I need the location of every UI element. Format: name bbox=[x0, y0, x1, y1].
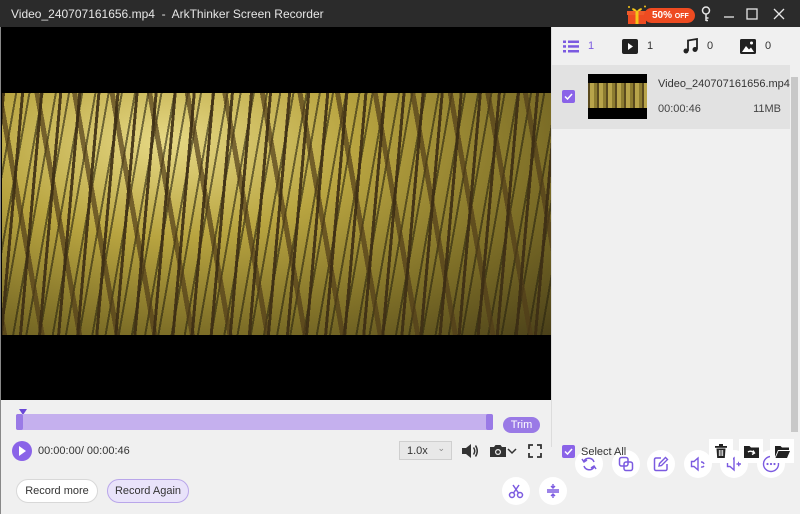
media-sidebar: 1 1 0 0 Video_240707161656.mp4 00:00:46 … bbox=[551, 27, 800, 463]
fullscreen-button[interactable] bbox=[525, 441, 545, 461]
sidebar-scrollbar[interactable] bbox=[791, 77, 798, 432]
item-filename: Video_240707161656.mp4 bbox=[658, 78, 790, 90]
select-all-checkbox[interactable] bbox=[562, 445, 575, 458]
close-icon bbox=[773, 8, 785, 20]
timeline-track[interactable] bbox=[16, 414, 493, 430]
scissors-icon bbox=[508, 484, 524, 499]
record-more-button[interactable]: Record more bbox=[16, 479, 98, 503]
export-folder-button[interactable] bbox=[739, 439, 763, 463]
edit-icon bbox=[653, 456, 669, 472]
maximize-icon bbox=[746, 8, 758, 20]
filter-image-count: 0 bbox=[765, 40, 772, 52]
trim-tool-button[interactable] bbox=[502, 477, 530, 505]
copy-icon bbox=[618, 456, 634, 472]
chevron-down-icon bbox=[507, 448, 517, 455]
edit-tool-button[interactable] bbox=[647, 450, 675, 478]
folder-icon bbox=[774, 445, 790, 458]
video-frame bbox=[2, 93, 551, 335]
merge-icon bbox=[547, 484, 559, 498]
promo-badge: 50% OFF bbox=[644, 8, 695, 23]
item-checkbox[interactable] bbox=[562, 90, 575, 103]
trash-icon bbox=[715, 444, 727, 458]
filter-video[interactable]: 1 bbox=[622, 38, 653, 54]
item-duration: 00:00:46 bbox=[658, 103, 701, 115]
delete-button[interactable] bbox=[709, 439, 733, 463]
rotate-icon bbox=[581, 457, 597, 471]
speed-value: 1.0x bbox=[407, 445, 428, 457]
play-icon bbox=[19, 446, 26, 456]
item-size: 11MB bbox=[753, 103, 781, 115]
snapshot-button[interactable] bbox=[487, 441, 519, 461]
title-bar: Video_240707161656.mp4 - ArkThinker Scre… bbox=[0, 0, 800, 27]
filter-video-count: 1 bbox=[647, 40, 654, 52]
key-button[interactable] bbox=[696, 4, 716, 24]
time-display: 00:00:00/ 00:00:46 bbox=[38, 445, 130, 457]
video-icon bbox=[622, 38, 638, 54]
filter-audio-count: 0 bbox=[707, 40, 714, 52]
trim-button[interactable]: Trim bbox=[503, 417, 540, 433]
speaker-convert-icon bbox=[690, 456, 705, 472]
folder-export-icon bbox=[743, 445, 759, 458]
image-icon bbox=[740, 38, 756, 54]
filter-image[interactable]: 0 bbox=[740, 38, 771, 54]
play-button[interactable] bbox=[12, 441, 32, 461]
record-again-button[interactable]: Record Again bbox=[107, 479, 189, 503]
trim-end-handle[interactable] bbox=[486, 414, 493, 430]
check-icon bbox=[564, 448, 573, 455]
maximize-button[interactable] bbox=[742, 4, 762, 24]
minimize-icon bbox=[724, 16, 734, 18]
list-icon bbox=[563, 40, 579, 52]
trim-start-handle[interactable] bbox=[16, 414, 23, 430]
speed-select[interactable]: 1.0x ⌄ bbox=[399, 441, 452, 460]
merge-tool-button[interactable] bbox=[539, 477, 567, 505]
player-panel: Trim 00:00:00/ 00:00:46 1.0x ⌄ Record mo… bbox=[0, 27, 567, 514]
video-preview[interactable] bbox=[1, 27, 551, 400]
filter-all[interactable]: 1 bbox=[563, 38, 594, 54]
music-note-icon bbox=[683, 38, 698, 54]
chevron-down-icon: ⌄ bbox=[437, 443, 445, 453]
minimize-button[interactable] bbox=[719, 4, 739, 24]
volume-icon bbox=[462, 444, 478, 458]
close-button[interactable] bbox=[769, 4, 789, 24]
select-all-label: Select All bbox=[581, 446, 627, 458]
video-thumbnail bbox=[588, 74, 647, 119]
media-list-item[interactable]: Video_240707161656.mp4 00:00:46 11MB bbox=[552, 65, 790, 129]
window-title: Video_240707161656.mp4 - ArkThinker Scre… bbox=[11, 7, 324, 21]
open-folder-button[interactable] bbox=[770, 439, 794, 463]
volume-button[interactable] bbox=[460, 441, 480, 461]
filter-audio[interactable]: 0 bbox=[683, 38, 713, 54]
fullscreen-icon bbox=[528, 444, 542, 458]
check-icon bbox=[564, 93, 573, 100]
filter-all-count: 1 bbox=[588, 40, 595, 52]
camera-icon bbox=[490, 445, 506, 457]
audio-convert-tool-button[interactable] bbox=[684, 450, 712, 478]
key-icon bbox=[701, 6, 711, 22]
